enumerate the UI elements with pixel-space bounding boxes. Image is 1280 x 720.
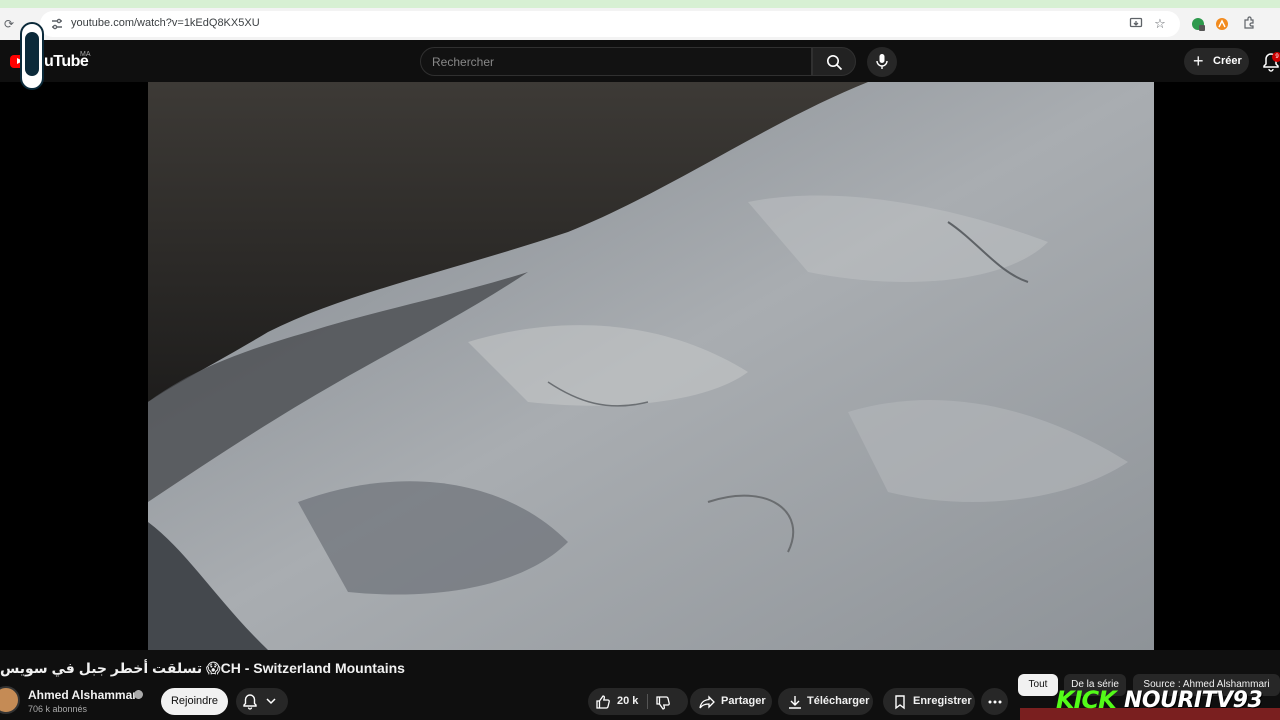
join-button[interactable]: Rejoindre: [161, 688, 228, 715]
like-button-icon[interactable]: [595, 694, 611, 710]
search-placeholder: Rechercher: [432, 55, 495, 69]
dislike-button-icon[interactable]: [655, 695, 671, 711]
account-avatar-overlay: [20, 22, 44, 90]
search-input[interactable]: Rechercher: [420, 47, 812, 76]
create-button[interactable]: + Créer: [1184, 48, 1249, 75]
page-root: { "browser": { "url": "youtube.com/watch…: [0, 0, 1280, 720]
download-icon: [789, 696, 801, 709]
country-code: MA: [80, 51, 91, 58]
bell-icon: [243, 694, 257, 710]
browser-toolbar: ⟳ youtube.com/watch?v=1kEdQ8KX5XU ☆: [0, 8, 1280, 40]
create-label: Créer: [1213, 55, 1242, 67]
subscription-bell-button[interactable]: [236, 688, 288, 715]
microphone-icon: [876, 54, 888, 69]
address-bar[interactable]: youtube.com/watch?v=1kEdQ8KX5XU: [40, 11, 1180, 37]
extension-green-icon[interactable]: [1190, 16, 1206, 32]
bookmark-star-icon[interactable]: ☆: [1152, 16, 1168, 32]
share-label: Partager: [721, 695, 766, 707]
video-player[interactable]: [0, 82, 1280, 650]
like-dislike-group: 20 k: [588, 688, 688, 715]
save-playlist-icon: [895, 695, 905, 710]
plus-icon: +: [1193, 51, 1204, 71]
video-content-image: [148, 82, 1154, 650]
channel-avatar[interactable]: [0, 686, 20, 714]
chevron-down-icon: [266, 698, 276, 705]
more-dots-icon: [988, 700, 1002, 704]
notification-count-badge: 9: [1272, 52, 1280, 62]
site-settings-icon[interactable]: [50, 17, 64, 31]
kick-watermark: KICK: [1056, 686, 1117, 714]
install-app-icon[interactable]: [1128, 16, 1144, 32]
like-count[interactable]: 20 k: [617, 695, 638, 707]
save-button[interactable]: Enregistrer: [883, 688, 975, 715]
browser-top-strip: [0, 0, 1280, 8]
extension-orange-icon[interactable]: [1214, 16, 1230, 32]
voice-search-button[interactable]: [867, 47, 897, 77]
youtube-header: uTube MA Rechercher + Créer 9: [0, 40, 1280, 82]
share-button[interactable]: Partager: [690, 688, 772, 715]
video-title: تسلقت أخطر جبل في سويس 😱CH - Switzerland…: [0, 660, 405, 676]
url-text[interactable]: youtube.com/watch?v=1kEdQ8KX5XU: [71, 17, 260, 29]
video-frame-rock[interactable]: [148, 82, 1154, 650]
verified-badge-icon: [134, 690, 143, 699]
extensions-puzzle-icon[interactable]: [1241, 16, 1257, 32]
more-actions-button[interactable]: [981, 688, 1008, 715]
nouritv-watermark: NOURITV93: [1124, 688, 1263, 713]
search-button[interactable]: [812, 47, 856, 76]
search-icon: [827, 55, 843, 71]
save-label: Enregistrer: [913, 695, 972, 707]
reload-icon[interactable]: ⟳: [4, 17, 14, 31]
download-button[interactable]: Télécharger: [778, 688, 873, 715]
subscriber-count: 706 k abonnés: [28, 704, 88, 714]
like-divider: [647, 694, 648, 709]
chip-all[interactable]: Tout: [1018, 674, 1058, 696]
channel-name[interactable]: Ahmed Alshammari: [28, 688, 140, 702]
download-label: Télécharger: [807, 695, 870, 707]
share-arrow-icon: [699, 695, 715, 709]
